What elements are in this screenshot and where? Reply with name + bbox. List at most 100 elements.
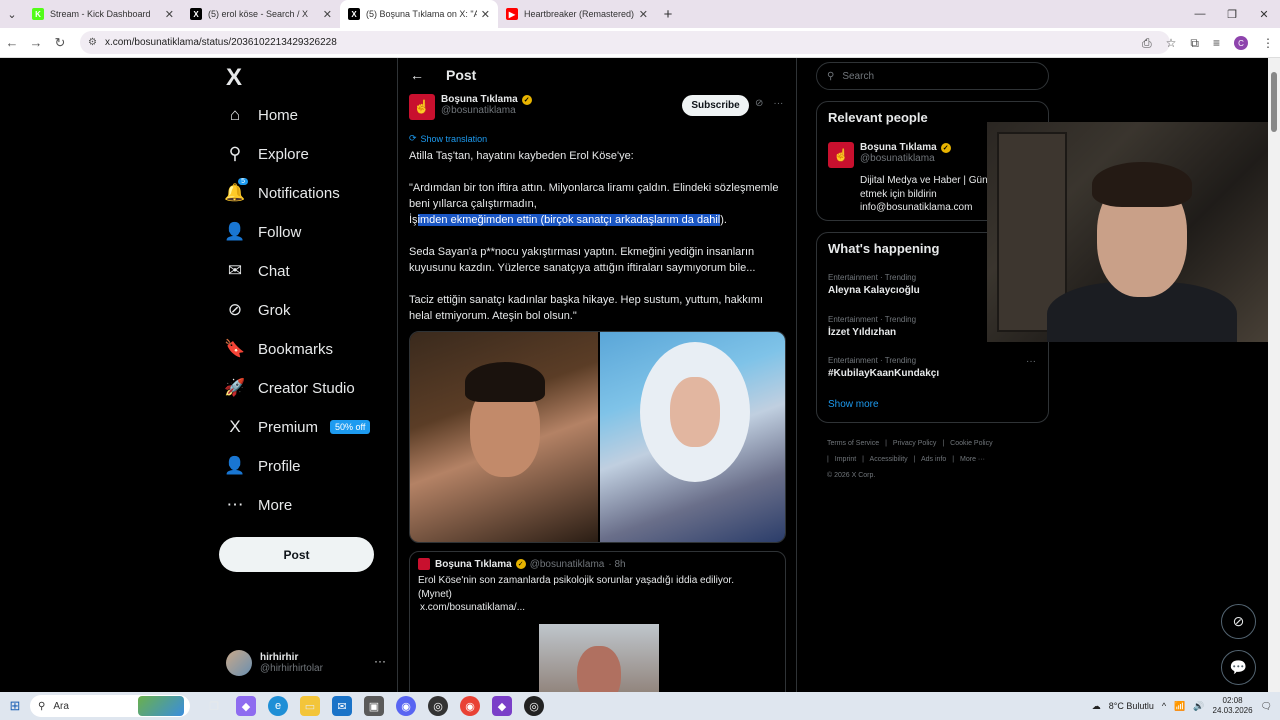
person-avatar[interactable]: ☝: [828, 142, 854, 168]
notification-center-icon[interactable]: 🗨: [1261, 701, 1272, 712]
nav-label: Follow: [258, 223, 302, 241]
post-image-2[interactable]: [600, 332, 785, 542]
grok-fab-button[interactable]: ⊘: [1221, 604, 1256, 639]
url-field[interactable]: ⚙ x.com/bosunatiklama/status/20361022134…: [80, 31, 1170, 54]
forward-button[interactable]: →: [24, 35, 48, 50]
footer-link[interactable]: Accessibility: [870, 456, 908, 463]
close-tab-icon[interactable]: ✕: [165, 8, 174, 21]
scrollbar-thumb[interactable]: [1271, 72, 1277, 132]
taskbar-search[interactable]: ⚲ Ara: [30, 695, 190, 717]
start-button[interactable]: ⊞: [0, 698, 30, 714]
search-input[interactable]: ⚲ Search: [816, 62, 1049, 90]
bookmark-star-icon[interactable]: ☆: [1166, 36, 1177, 50]
trend-item[interactable]: Entertainment · Trending İzzet Yıldızhan: [828, 315, 916, 338]
post-more-icon[interactable]: ···: [773, 98, 783, 109]
reload-button[interactable]: ↻: [48, 35, 72, 51]
file-explorer-icon[interactable]: ▭: [300, 696, 320, 716]
show-more-link[interactable]: Show more: [828, 399, 879, 410]
nav-item-profile[interactable]: 👤 Profile: [224, 451, 300, 481]
extensions-icon[interactable]: ⧉: [1190, 36, 1199, 51]
footer-link[interactable]: © 2026 X Corp.: [827, 472, 875, 479]
network-icon[interactable]: 📶: [1174, 701, 1185, 712]
browser-tab[interactable]: X (5) Boşuna Tıklama on X: "Atilla ✕: [340, 0, 498, 28]
task-view-icon[interactable]: ❐: [204, 696, 224, 716]
quoted-post[interactable]: Boşuna Tıklama ✓ @bosunatiklama · 8h Ero…: [409, 551, 786, 692]
volume-icon[interactable]: 🔊: [1193, 701, 1204, 712]
footer-link[interactable]: Cookie Policy: [950, 440, 992, 447]
subscribe-button[interactable]: Subscribe: [682, 95, 749, 116]
page-scrollbar[interactable]: [1268, 58, 1280, 692]
discord-icon[interactable]: ◉: [396, 696, 416, 716]
new-tab-button[interactable]: +: [656, 6, 680, 23]
browser-menu-icon[interactable]: ⋮: [1262, 36, 1274, 50]
footer-link[interactable]: Privacy Policy: [893, 440, 937, 447]
quoted-link[interactable]: x.com/bosunatiklama/...: [418, 601, 773, 615]
weather-text[interactable]: 8°C Bulutlu: [1109, 701, 1154, 711]
x-logo-icon[interactable]: X: [226, 64, 242, 92]
close-tab-icon[interactable]: ✕: [481, 8, 490, 21]
footer-link[interactable]: Terms of Service: [827, 440, 879, 447]
page-title: Post: [446, 67, 477, 83]
close-tab-icon[interactable]: ✕: [323, 8, 332, 21]
account-switcher[interactable]: hirhirhir @hirhirhirtolar ···: [226, 648, 386, 678]
webcam-overlay: [987, 122, 1268, 342]
browser-tab[interactable]: X (5) erol köse - Search / X ✕: [182, 0, 340, 28]
author-handle[interactable]: @bosunatiklama: [441, 105, 532, 116]
browser-tab[interactable]: ▶ Heartbreaker (Remastered) - Yo ✕: [498, 0, 656, 28]
copilot-icon[interactable]: ◆: [236, 696, 256, 716]
post-media[interactable]: [409, 331, 786, 543]
footer-link[interactable]: Imprint: [835, 456, 856, 463]
app-icon[interactable]: ◎: [524, 696, 544, 716]
site-info-icon[interactable]: ⚙: [88, 37, 97, 48]
grok-icon[interactable]: ⊘: [755, 98, 763, 109]
media-controls-icon[interactable]: ≡: [1213, 36, 1220, 50]
nav-item-home[interactable]: ⌂ Home: [226, 100, 298, 130]
outlook-icon[interactable]: ✉: [332, 696, 352, 716]
back-arrow-icon[interactable]: ←: [410, 67, 424, 83]
edge-icon[interactable]: e: [268, 696, 288, 716]
app-icon[interactable]: ▣: [364, 696, 384, 716]
author-name[interactable]: Boşuna Tıklama: [441, 94, 518, 105]
browser-tab[interactable]: K Stream - Kick Dashboard ✕: [24, 0, 182, 28]
post-image-1[interactable]: [410, 332, 598, 542]
post-button[interactable]: Post: [219, 537, 374, 572]
show-translation-link[interactable]: ⟳ Show translation: [409, 133, 487, 144]
nav-item-chat[interactable]: ✉ Chat: [226, 256, 290, 286]
nav-label: Notifications: [258, 184, 340, 202]
clock[interactable]: 02:08 24.03.2026: [1213, 696, 1253, 716]
footer-link[interactable]: Ads info: [921, 456, 946, 463]
nav-item-creator-studio[interactable]: 🚀 Creator Studio: [224, 373, 354, 403]
follow-icon: 👤: [224, 222, 246, 241]
account-more-icon[interactable]: ···: [374, 654, 386, 668]
trend-more-icon[interactable]: ···: [1026, 356, 1036, 367]
nav-item-notifications[interactable]: 🔔 5 Notifications: [224, 178, 340, 208]
nav-item-follow[interactable]: 👤 Follow: [224, 217, 302, 247]
nav-item-premium[interactable]: X Premium 50% off: [226, 412, 371, 442]
chrome-icon[interactable]: ◉: [460, 696, 480, 716]
nav-item-more[interactable]: ⋯ More: [226, 490, 293, 520]
maximize-button[interactable]: ❐: [1216, 0, 1248, 28]
author-avatar[interactable]: ☝: [409, 94, 435, 120]
close-tab-icon[interactable]: ✕: [639, 8, 648, 21]
tab-search-button[interactable]: ⌄: [0, 0, 24, 28]
nav-item-explore[interactable]: ⚲ Explore: [226, 139, 309, 169]
post-author[interactable]: ☝ Boşuna Tıklama ✓ @bosunatiklama: [409, 94, 532, 120]
search-placeholder: Search: [842, 70, 875, 82]
install-app-icon[interactable]: ⎙: [1142, 36, 1152, 51]
footer-link[interactable]: More ···: [960, 456, 985, 463]
back-button[interactable]: ←: [0, 35, 24, 50]
close-window-button[interactable]: ✕: [1248, 0, 1280, 28]
trend-item[interactable]: Entertainment · Trending #KubilayKaanKund…: [828, 356, 939, 379]
windows-taskbar: ⊞ ⚲ Ara ❐ ◆ e ▭ ✉ ▣ ◉ ◎ ◉ ◆ ◎ ☁ 8°C Bulu…: [0, 692, 1280, 720]
obs-icon[interactable]: ◎: [428, 696, 448, 716]
tray-overflow-icon[interactable]: ^: [1162, 701, 1166, 711]
trend-item[interactable]: Entertainment · Trending Aleyna Kalaycıoğ…: [828, 273, 920, 296]
nav-item-bookmarks[interactable]: 🔖 Bookmarks: [224, 334, 333, 364]
profile-avatar[interactable]: C: [1234, 36, 1248, 50]
chat-fab-button[interactable]: 💬: [1221, 650, 1256, 685]
relevant-person[interactable]: ☝ Boşuna Tıklama ✓ @bosunatiklama: [828, 142, 951, 168]
weather-icon[interactable]: ☁: [1092, 701, 1101, 712]
minimize-button[interactable]: —: [1184, 0, 1216, 28]
app-icon[interactable]: ◆: [492, 696, 512, 716]
nav-item-grok[interactable]: ⊘ Grok: [226, 295, 291, 325]
